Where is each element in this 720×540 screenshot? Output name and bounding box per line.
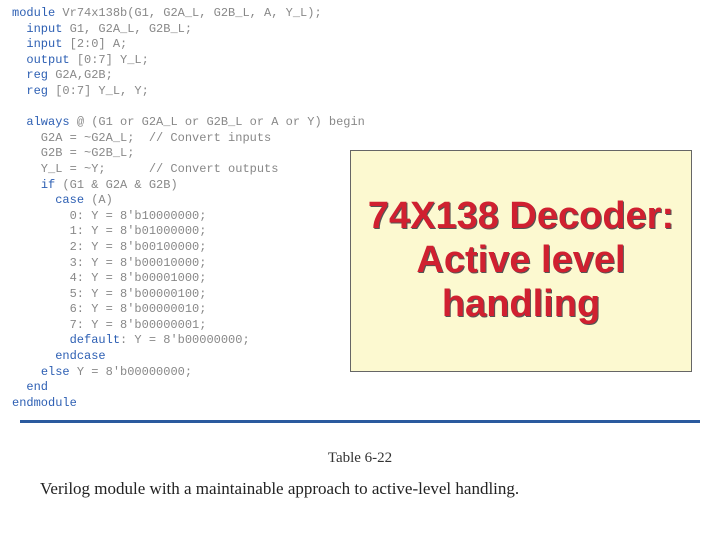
- caption-label: Table 6-22: [40, 450, 680, 467]
- caption-block: Table 6-22 Verilog module with a maintai…: [40, 450, 680, 499]
- caption-text: Verilog module with a maintainable appro…: [40, 479, 519, 498]
- callout-text: 74X138 Decoder: Active level handling: [351, 195, 691, 326]
- callout-box: 74X138 Decoder: Active level handling: [350, 150, 692, 372]
- horizontal-rule: [20, 420, 700, 423]
